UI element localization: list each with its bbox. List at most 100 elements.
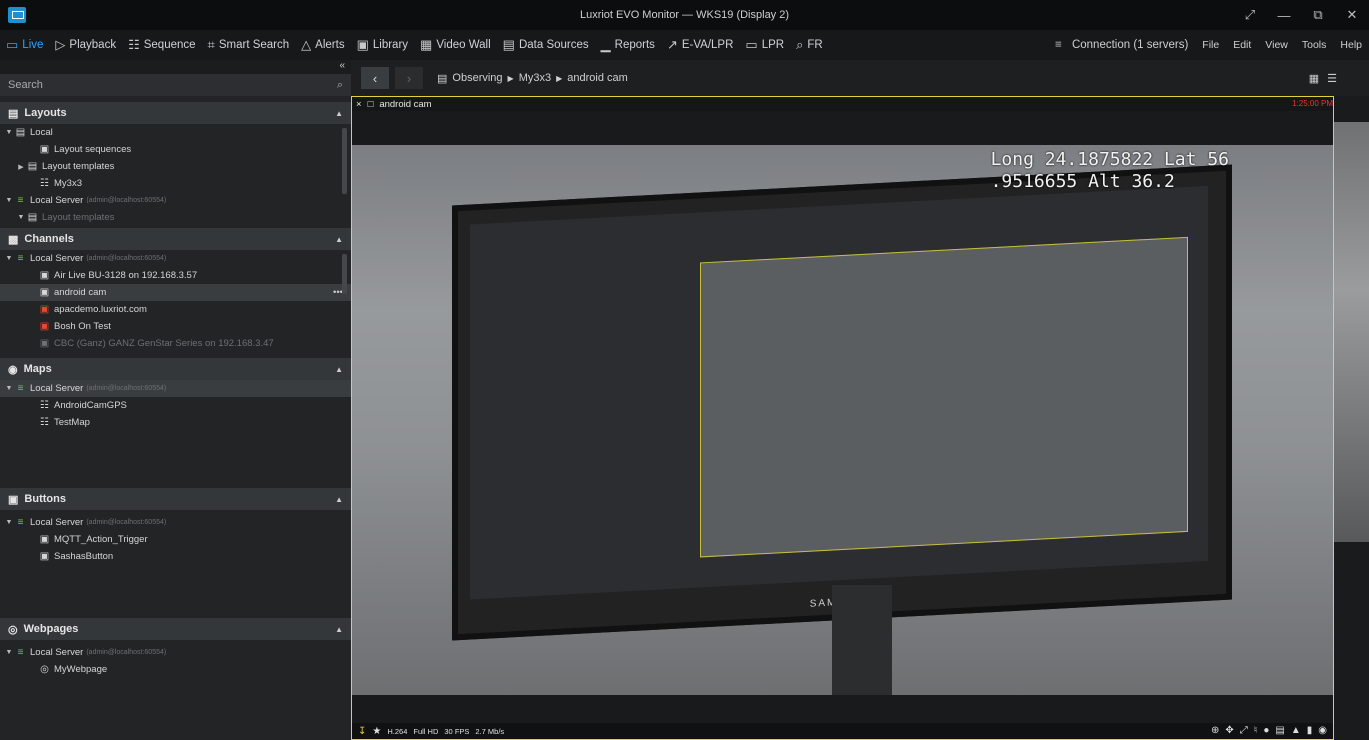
display-icon[interactable]: ▤ [1275,725,1284,736]
breadcrumb-item[interactable]: Observing [452,72,502,84]
scrollbar[interactable] [342,254,347,294]
connection-status[interactable]: ≡ Connection (1 servers) [1041,39,1195,51]
tab-label: E-VA/LPR [681,39,734,51]
tree-item[interactable]: ▣ Layout sequences [0,141,351,158]
section-layouts[interactable]: ▤ Layouts ▲ [0,102,351,124]
back-button[interactable]: ‹ [361,67,389,89]
microphone-icon[interactable]: ● [1263,725,1269,736]
tab-label: FR [807,39,823,51]
menu-file[interactable]: File [1195,39,1226,51]
menu-view[interactable]: View [1258,39,1295,51]
expand-arrow-icon[interactable]: ▼ [4,519,14,526]
expand-arrow-icon[interactable]: ▼ [4,385,14,392]
menu-help[interactable]: Help [1333,39,1369,51]
close-tile-icon[interactable]: × [356,99,362,110]
server-address: (admin@localhost:60554) [86,197,167,204]
camera-icon: ▣ [39,338,50,349]
tree-item[interactable]: ▣ Bosh On Test [0,318,351,335]
expand-arrow-icon[interactable]: ▼ [4,129,14,136]
tree-item[interactable]: ☷ My3x3 [0,175,351,192]
tab-alerts[interactable]: △ Alerts [295,30,350,60]
tab-video-wall[interactable]: ▦ Video Wall [414,30,497,60]
search-input[interactable]: Search ⌕ [0,74,351,96]
tree-item[interactable]: ◎ MyWebpage [0,661,351,678]
tab-library[interactable]: ▣ Library [351,30,414,60]
tree-item[interactable]: ▼ ≡ Local Server (admin@localhost:60554) [0,192,351,209]
tree-item[interactable]: ▼ ▤ Local [0,124,351,141]
collapse-arrow-icon[interactable]: ▲ [335,625,343,634]
restore-icon[interactable]: ⧉ [1301,0,1335,30]
bookmark-icon[interactable]: ▮ [1307,725,1313,736]
minimize-icon[interactable]: — [1267,0,1301,30]
tree-item[interactable]: ▼ ≡ Local Server (admin@localhost:60554) [0,644,351,661]
tab-e-va-lpr[interactable]: ↗ E-VA/LPR [661,30,739,60]
collapse-arrow-icon[interactable]: ▲ [335,235,343,244]
motion-person-icon: ★ [372,725,382,737]
tree-item[interactable]: ▣ apacdemo.luxriot.com [0,301,351,318]
speaker-mute-icon[interactable]: ♮ [1254,725,1258,736]
close-icon[interactable]: ✕ [1335,0,1369,30]
tab-playback[interactable]: ▷ Playback [49,30,122,60]
scrollbar[interactable] [342,128,347,194]
tree-item-label: Local [30,127,53,138]
forward-button[interactable]: › [395,67,423,89]
tree-item[interactable]: ▶ ▤ Layout templates [0,158,351,175]
breadcrumb-item[interactable]: My3x3 [519,72,551,84]
menu-icon[interactable]: ☰ [1327,72,1337,85]
collapse-arrow-icon[interactable]: ▲ [335,365,343,374]
tree-item[interactable]: ☷ TestMap [0,414,351,431]
tab-reports[interactable]: ▁ Reports [595,30,661,60]
expand-icon[interactable]: ⤢ [1240,725,1248,736]
tree-item[interactable]: ▣ Air Live BU-3128 on 192.168.3.57 [0,267,351,284]
tree-item[interactable]: ▼ ▤ Layout templates [0,209,351,226]
section-buttons[interactable]: ▣ Buttons ▲ [0,488,351,510]
tree-item[interactable]: ☷ AndroidCamGPS [0,397,351,414]
section-channels[interactable]: ▩ Channels ▲ [0,228,351,250]
tree-item[interactable]: ▣ android cam ••• [0,284,351,301]
expand-arrow-icon[interactable]: ▼ [4,255,14,262]
collapse-arrow-icon[interactable]: ▲ [335,495,343,504]
tree-item[interactable]: ▣ SashasButton [0,548,351,565]
unlock-icon[interactable]: □ [368,99,374,110]
tree-item-label: Layout templates [42,212,115,223]
tree-item[interactable]: ▼ ≡ Local Server (admin@localhost:60554) [0,514,351,531]
tab-data-sources[interactable]: ▤ Data Sources [497,30,595,60]
bitrate: 2.7 Mb/s [475,726,505,736]
menu-edit[interactable]: Edit [1226,39,1258,51]
tree-item[interactable]: ▣ MQTT_Action_Trigger [0,531,351,548]
expand-arrow-icon[interactable]: ▼ [16,214,26,221]
tab-sequence[interactable]: ☷ Sequence [122,30,201,60]
tab-fr[interactable]: ⌕ FR [790,30,829,60]
neighbor-tile-strip[interactable] [1334,96,1369,740]
collapse-sidebar-icon[interactable]: « [339,60,345,71]
tab-lpr[interactable]: ▭ LPR [739,30,790,60]
expand-arrow-icon[interactable]: ▼ [4,197,14,204]
menu-bar: ▭ Live ▷ Playback ☷ Sequence ⌗ Smart Search △ Ale… [0,30,1369,60]
section-maps[interactable]: ◉ Maps ▲ [0,358,351,380]
download-icon[interactable]: ↧ [358,726,366,737]
collapse-arrow-icon[interactable]: ▲ [335,109,343,118]
tree-item[interactable]: ▼ ≡ Local Server (admin@localhost:60554) [0,250,351,267]
server-address: (admin@localhost:60554) [86,519,167,526]
fullscreen-icon[interactable]: ⤢ [1233,0,1267,30]
tree-item[interactable]: ▼ ≡ Local Server (admin@localhost:60554) [0,380,351,397]
alarm-icon[interactable]: ▲ [1291,725,1301,736]
section-webpages[interactable]: ◎ Webpages ▲ [0,618,351,640]
expand-arrow-icon[interactable]: ▶ [16,163,26,171]
layout-navbar: ‹ › ▤ Observing ▶ My3x3 ▶ android cam ▦ … [351,60,1369,96]
tree-item[interactable]: ▣ CBC (Ganz) GANZ GenStar Series on 192.1… [0,335,351,352]
video-feed[interactable]: SAMSUNG Long 24.1875822 Lat 56 .9516655 … [352,145,1333,695]
button-icon: ▣ [39,534,50,545]
grid-layout-icon[interactable]: ▦ [1309,72,1319,85]
expand-arrow-icon[interactable]: ▼ [4,649,14,656]
menu-tools[interactable]: Tools [1295,39,1334,51]
tab-label: Smart Search [218,39,290,51]
tab-smart-search[interactable]: ⌗ Smart Search [202,30,296,60]
tab-live[interactable]: ▭ Live [0,30,49,60]
snapshot-icon[interactable]: ◉ [1318,725,1327,736]
buttons-tree: ▼ ≡ Local Server (admin@localhost:60554) ▣ MQ… [0,510,351,618]
zoom-icon[interactable]: ⊕ [1211,725,1219,736]
breadcrumb-item[interactable]: android cam [567,72,628,84]
camera-tile[interactable]: × □ android cam 1:25:00 PM SAMSUNG Long … [351,96,1334,740]
ptz-icon[interactable]: ✥ [1225,725,1233,736]
